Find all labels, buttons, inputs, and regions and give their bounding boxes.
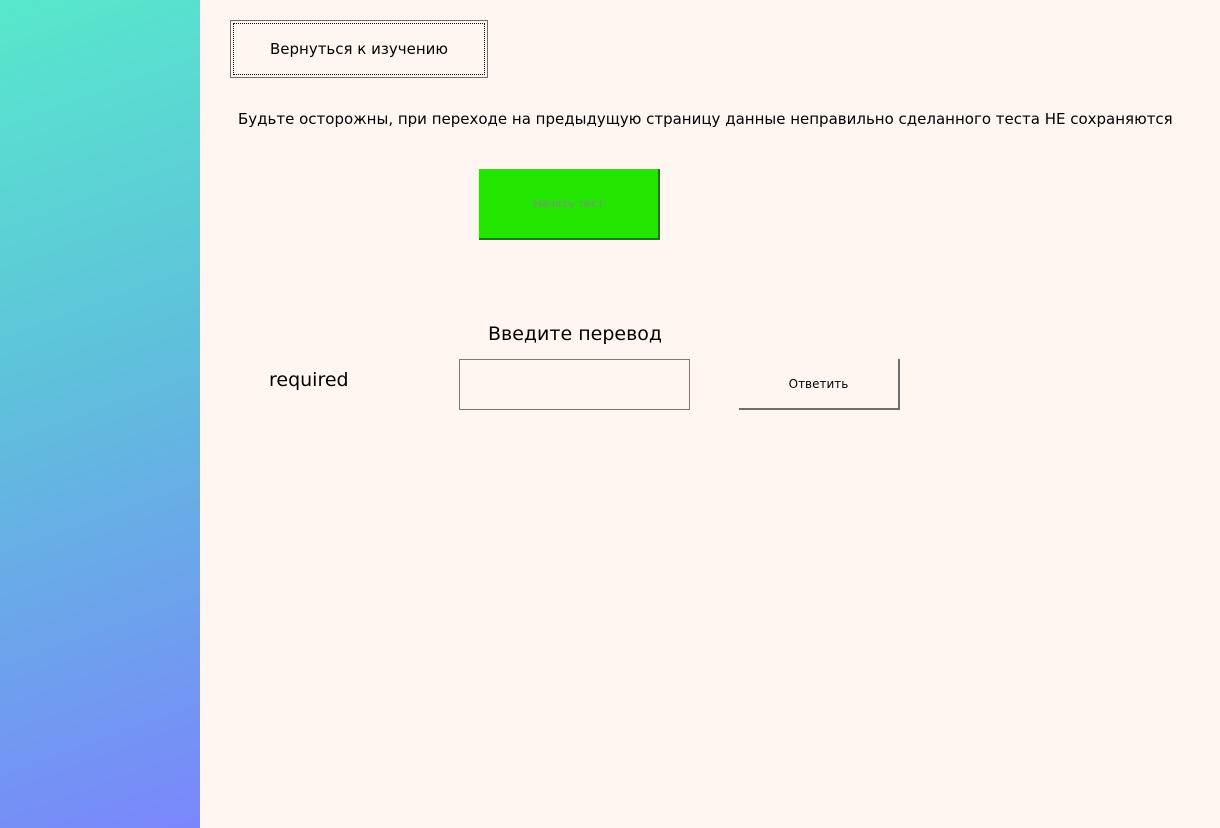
- warning-text: Будьте осторожны, при переходе на предыд…: [238, 110, 1173, 128]
- start-test-button[interactable]: Начать тест: [479, 169, 660, 240]
- word-to-translate: required: [269, 369, 349, 391]
- translation-prompt-label: Введите перевод: [488, 323, 663, 345]
- back-to-study-button[interactable]: Вернуться к изучению: [230, 20, 488, 78]
- main-panel: Вернуться к изучению Будьте осторожны, п…: [200, 0, 1220, 828]
- translation-input[interactable]: [459, 359, 690, 410]
- submit-answer-button[interactable]: Ответить: [739, 359, 900, 410]
- sidebar-gradient-panel: [0, 0, 200, 828]
